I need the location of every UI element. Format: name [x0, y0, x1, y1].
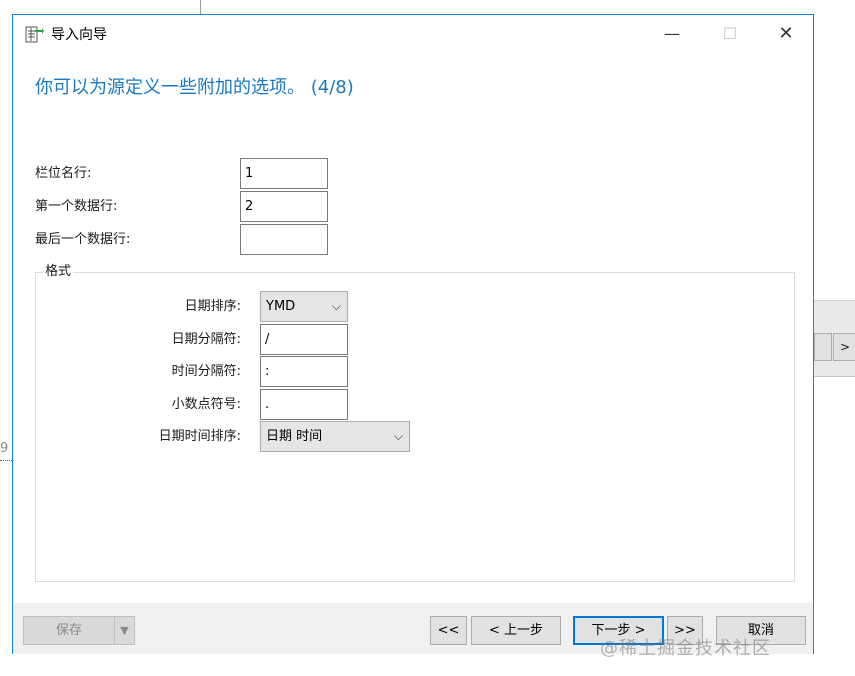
datetime-order-value: 日期 时间 — [266, 429, 323, 444]
background-button[interactable] — [814, 333, 832, 361]
minimize-button[interactable]: — — [649, 15, 695, 53]
decimal-symbol-input[interactable] — [260, 389, 348, 420]
decimal-symbol-label: 小数点符号: — [171, 397, 241, 412]
title-bar[interactable]: 导入向导 — ☐ ✕ — [13, 15, 813, 53]
datetime-order-label: 日期时间排序: — [158, 429, 241, 444]
time-separator-input[interactable] — [260, 356, 348, 387]
maximize-button[interactable]: ☐ — [707, 15, 753, 53]
close-button[interactable]: ✕ — [763, 15, 809, 53]
import-wizard-icon — [24, 25, 44, 45]
background-text: 9 — [0, 441, 9, 456]
step-heading: 你可以为源定义一些附加的选项。 (4/8) — [35, 77, 354, 98]
save-button[interactable]: 保存 — [23, 616, 115, 645]
chevron-down-icon: ⌵ — [393, 429, 403, 443]
first-data-row-input[interactable] — [240, 191, 328, 222]
background-divider — [200, 0, 201, 14]
date-separator-input[interactable] — [260, 324, 348, 355]
format-group-legend: 格式 — [43, 263, 74, 281]
first-step-button[interactable]: << — [430, 616, 467, 645]
chevron-down-icon: ⌵ — [331, 299, 341, 313]
date-order-value: YMD — [266, 299, 296, 314]
watermark: @稀土掘金技术社区 — [600, 638, 771, 659]
field-name-row-input[interactable] — [240, 158, 328, 189]
background-next-button[interactable]: > — [833, 333, 855, 361]
first-data-row-label: 第一个数据行: — [35, 199, 118, 214]
import-wizard-dialog: 导入向导 — ☐ ✕ 你可以为源定义一些附加的选项。 (4/8) 栏位名行: 第… — [12, 14, 814, 654]
date-order-label: 日期排序: — [184, 299, 241, 314]
previous-step-button[interactable]: < 上一步 — [471, 616, 561, 645]
last-data-row-label: 最后一个数据行: — [35, 232, 131, 247]
time-separator-label: 时间分隔符: — [171, 364, 241, 379]
datetime-order-select[interactable]: 日期 时间 ⌵ — [260, 421, 410, 452]
field-name-row-label: 栏位名行: — [35, 166, 92, 181]
date-order-select[interactable]: YMD ⌵ — [260, 291, 348, 322]
window-title: 导入向导 — [51, 27, 107, 43]
save-dropdown-arrow-icon[interactable]: ▼ — [114, 616, 135, 645]
last-data-row-input[interactable] — [240, 224, 328, 255]
date-separator-label: 日期分隔符: — [171, 332, 241, 347]
